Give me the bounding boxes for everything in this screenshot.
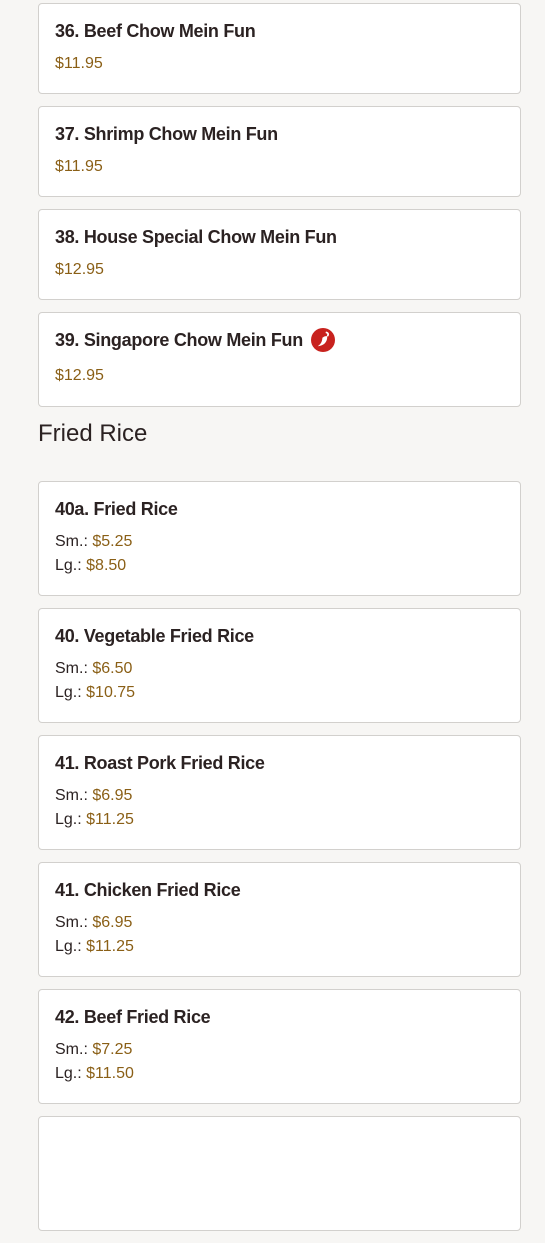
size-label-small: Sm.: xyxy=(55,533,88,550)
menu-item-name: 41. Roast Pork Fried Rice xyxy=(55,753,265,773)
menu-item-size-price-large: Lg.: $11.25 xyxy=(55,808,504,832)
menu-item-name: 38. House Special Chow Mein Fun xyxy=(55,227,337,247)
size-label-large: Lg.: xyxy=(55,938,82,955)
menu-item-price-large: $11.50 xyxy=(86,1065,134,1082)
menu-item-price-large: $8.50 xyxy=(86,557,127,574)
size-label-small: Sm.: xyxy=(55,1041,88,1058)
size-label-small: Sm.: xyxy=(55,660,88,677)
menu-item-card[interactable]: 39. Singapore Chow Mein Fun $12.95 xyxy=(38,312,521,407)
menu-item-size-price-small: Sm.: $7.25 xyxy=(55,1038,504,1062)
menu-item-name: 41. Chicken Fried Rice xyxy=(55,880,241,900)
menu-item-size-price-large: Lg.: $10.75 xyxy=(55,681,504,705)
menu-item-price: $12.95 xyxy=(55,367,104,384)
menu-item-price-small: $7.25 xyxy=(92,1041,133,1058)
menu-item-price-large: $11.25 xyxy=(86,811,134,828)
menu-item-card[interactable]: 37. Shrimp Chow Mein Fun $11.95 xyxy=(38,106,521,197)
menu-item-size-price-small: Sm.: $6.95 xyxy=(55,911,504,935)
menu-item-price-small: $6.95 xyxy=(92,787,133,804)
menu-item-price: $11.95 xyxy=(55,158,103,175)
menu-item-price-line: $11.95 xyxy=(55,155,504,179)
menu-item-price-line: $11.95 xyxy=(55,52,504,76)
menu-item-price-small: $5.25 xyxy=(92,533,133,550)
menu-item-name: 39. Singapore Chow Mein Fun xyxy=(55,330,303,350)
menu-item-name: 37. Shrimp Chow Mein Fun xyxy=(55,124,278,144)
menu-item-size-price-large: Lg.: $11.25 xyxy=(55,935,504,959)
spicy-icon xyxy=(310,328,335,352)
menu-item-price-large: $10.75 xyxy=(86,684,136,701)
menu-item-card[interactable]: 40. Vegetable Fried Rice Sm.: $6.50 Lg.:… xyxy=(38,608,521,723)
menu-item-card[interactable]: 41. Roast Pork Fried Rice Sm.: $6.95 Lg.… xyxy=(38,735,521,850)
menu-item-price-line: $12.95 xyxy=(55,258,504,282)
menu-item-name: 40a. Fried Rice xyxy=(55,499,178,519)
size-label-small: Sm.: xyxy=(55,914,88,931)
menu-item-price-small: $6.50 xyxy=(92,660,133,677)
menu-item-size-price-small: Sm.: $6.50 xyxy=(55,657,504,681)
menu-item-card[interactable]: 42. Beef Fried Rice Sm.: $7.25 Lg.: $11.… xyxy=(38,989,521,1104)
menu-item-name: 40. Vegetable Fried Rice xyxy=(55,626,254,646)
size-label-large: Lg.: xyxy=(55,684,82,701)
menu-item-title-row: 39. Singapore Chow Mein Fun xyxy=(55,328,504,352)
menu-item-name: 42. Beef Fried Rice xyxy=(55,1007,211,1027)
menu-item-price-small: $6.95 xyxy=(92,914,133,931)
menu-item-size-price-small: Sm.: $5.25 xyxy=(55,530,504,554)
menu-item-size-price-large: Lg.: $8.50 xyxy=(55,554,504,578)
section-title-fried-rice: Fried Rice xyxy=(38,420,148,447)
menu-item-name: 36. Beef Chow Mein Fun xyxy=(55,21,256,41)
menu-item-size-price-small: Sm.: $6.95 xyxy=(55,784,504,808)
menu-item-card[interactable]: 40a. Fried Rice Sm.: $5.25 Lg.: $8.50 xyxy=(38,481,521,596)
menu-item-card[interactable]: 41. Chicken Fried Rice Sm.: $6.95 Lg.: $… xyxy=(38,862,521,977)
menu-item-price-line: $12.95 xyxy=(55,364,504,388)
menu-item-price: $11.95 xyxy=(55,55,103,72)
size-label-large: Lg.: xyxy=(55,1065,82,1082)
menu-item-size-price-large: Lg.: $11.50 xyxy=(55,1062,504,1086)
menu-item-price-large: $11.25 xyxy=(86,938,134,955)
size-label-large: Lg.: xyxy=(55,811,82,828)
size-label-large: Lg.: xyxy=(55,557,82,574)
menu-item-card[interactable]: 36. Beef Chow Mein Fun $11.95 xyxy=(38,3,521,94)
menu-item-card[interactable] xyxy=(38,1116,521,1231)
menu-list: 36. Beef Chow Mein Fun $11.95 37. Shrimp… xyxy=(38,3,521,1243)
size-label-small: Sm.: xyxy=(55,787,88,804)
menu-item-price: $12.95 xyxy=(55,261,104,278)
menu-item-card[interactable]: 38. House Special Chow Mein Fun $12.95 xyxy=(38,209,521,300)
